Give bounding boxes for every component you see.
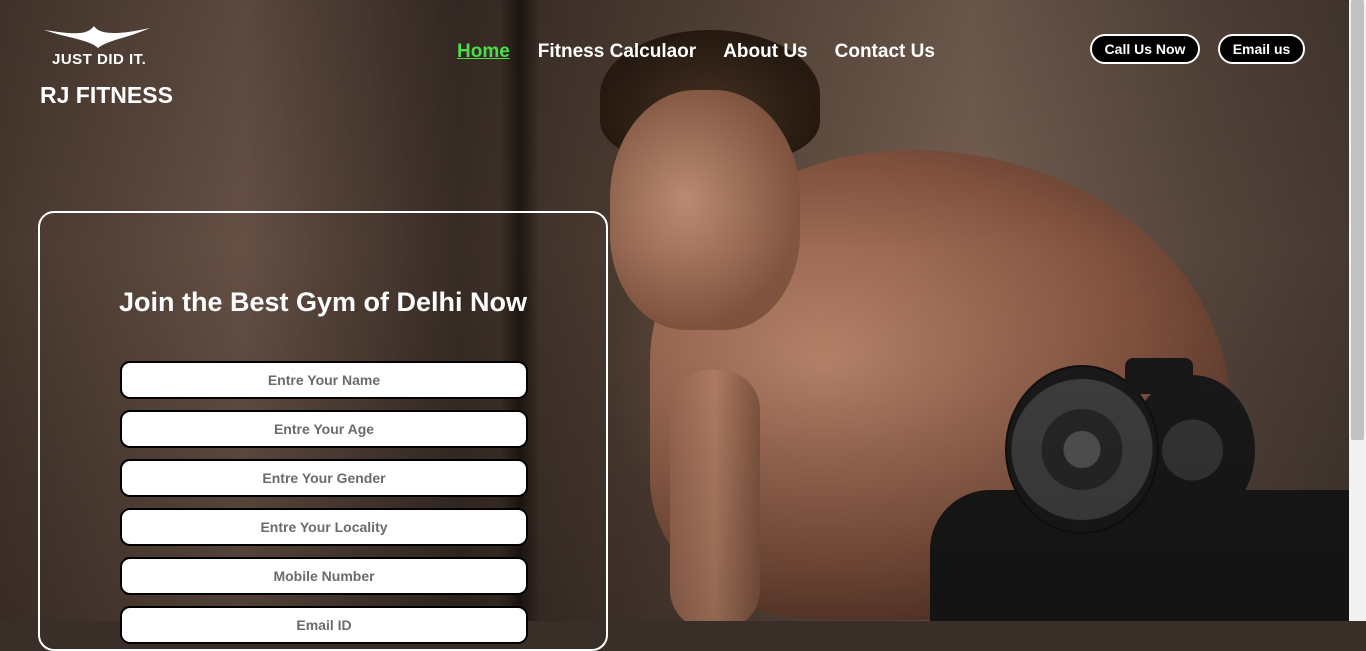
gender-input[interactable] xyxy=(120,459,528,497)
page-scrollbar[interactable] xyxy=(1349,0,1366,621)
athlete-arm xyxy=(670,370,760,621)
email-id-input[interactable] xyxy=(120,606,528,644)
athlete-head xyxy=(610,90,800,330)
athlete-torso xyxy=(650,150,1230,620)
nav-fitness-calculator-link[interactable]: Fitness Calculaor xyxy=(538,40,696,64)
wing-swoosh-icon xyxy=(44,26,150,48)
locality-input[interactable] xyxy=(120,508,528,546)
name-input[interactable] xyxy=(120,361,528,399)
join-form-card: Join the Best Gym of Delhi Now xyxy=(38,211,608,651)
scrollbar-thumb[interactable] xyxy=(1351,0,1364,440)
main-nav: Home Fitness Calculaor About Us Contact … xyxy=(457,40,935,64)
age-input[interactable] xyxy=(120,410,528,448)
mobile-number-input[interactable] xyxy=(120,557,528,595)
email-us-button[interactable]: Email us xyxy=(1218,34,1305,64)
nav-home-link[interactable]: Home xyxy=(457,40,510,64)
nav-about-link[interactable]: About Us xyxy=(723,40,807,64)
dumbbell-plate xyxy=(1005,365,1159,534)
athlete-shorts xyxy=(930,490,1349,621)
nav-contact-link[interactable]: Contact Us xyxy=(835,40,935,64)
logo-slogan: JUST DID IT. xyxy=(52,51,147,68)
dumbbell-plate-back xyxy=(1130,375,1255,525)
brand-name: RJ FITNESS xyxy=(40,82,173,108)
call-us-button[interactable]: Call Us Now xyxy=(1090,34,1200,64)
form-title: Join the Best Gym of Delhi Now xyxy=(118,287,528,317)
wrist-watch xyxy=(1125,358,1193,394)
